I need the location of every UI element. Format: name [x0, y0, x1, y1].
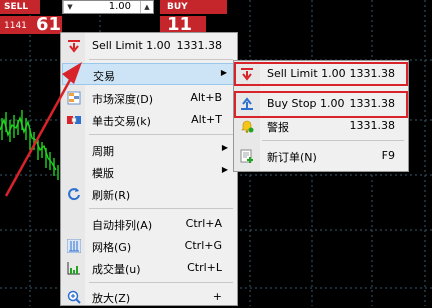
annotation-arrow: [4, 62, 82, 197]
